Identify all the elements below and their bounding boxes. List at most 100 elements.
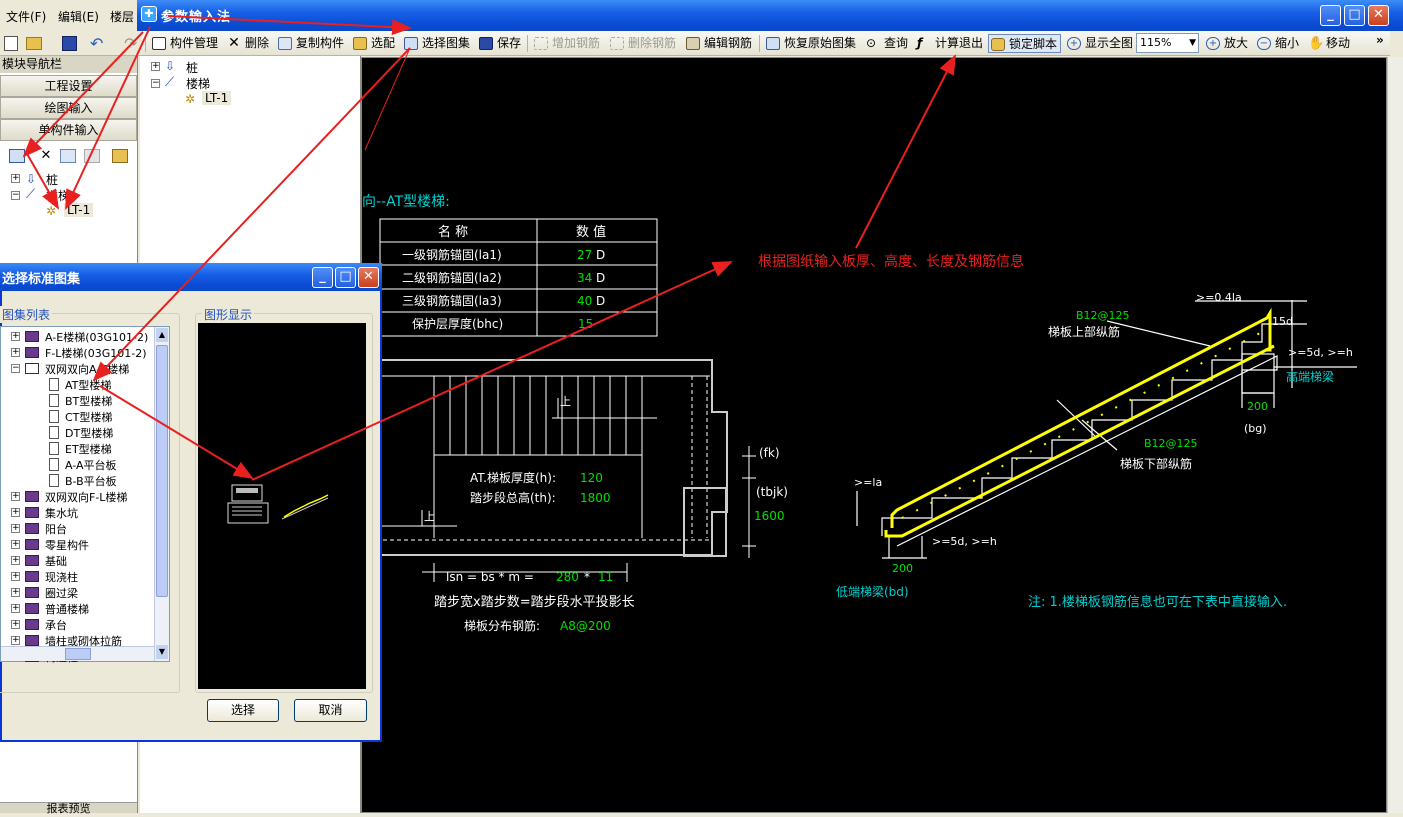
tree-expand-toggle[interactable]: +	[11, 604, 20, 613]
new-icon[interactable]	[4, 36, 18, 51]
tree-collapse-toggle[interactable]: −	[151, 79, 160, 88]
minimize-button[interactable]: _	[1320, 5, 1341, 26]
table-row-value[interactable]: 27	[577, 248, 592, 262]
move-button[interactable]: ✋ 移动	[1306, 34, 1350, 53]
nav-tree-stair[interactable]: 楼梯	[46, 187, 70, 204]
zoom-out-button[interactable]: − 缩小	[1255, 34, 1299, 53]
atlas-list-item[interactable]: B-B平台板	[1, 473, 153, 489]
config-icon[interactable]	[112, 149, 128, 163]
menu-floor[interactable]: 楼层	[110, 8, 134, 25]
hscroll-thumb[interactable]	[65, 648, 91, 660]
save-disk-icon[interactable]	[62, 36, 77, 51]
tree-expand-toggle[interactable]: +	[151, 62, 160, 71]
select-button[interactable]: 选择	[207, 699, 279, 722]
menu-file[interactable]: 文件(F)	[6, 8, 46, 25]
delete-rebar-button[interactable]: 删除钢筋	[608, 34, 676, 53]
atlas-list-item[interactable]: + 普通楼梯	[1, 601, 153, 617]
atlas-list-item[interactable]: DT型楼梯	[1, 425, 153, 441]
select-config-button[interactable]: 选配	[351, 34, 395, 53]
atlas-list-item[interactable]: + 圈过梁	[1, 585, 153, 601]
tree-expand-toggle[interactable]: +	[11, 524, 20, 533]
atlas-list-item[interactable]: + 阳台	[1, 521, 153, 537]
tree-expand-toggle[interactable]: +	[11, 348, 20, 357]
cancel-button[interactable]: 取消	[294, 699, 367, 722]
atlas-tree[interactable]: + A-E楼梯(03G101-2) + F-L楼梯(03G101-2) − 双网双向A-E…	[0, 326, 170, 664]
tree-expand-toggle[interactable]: +	[11, 492, 20, 501]
tree-expand-toggle[interactable]: +	[11, 620, 20, 629]
canvas-vertical-scrollbar[interactable]	[1387, 57, 1403, 813]
tree-expand-toggle[interactable]: +	[11, 540, 20, 549]
high-end-width-value[interactable]: 200	[1247, 400, 1268, 413]
dialog-maximize-button[interactable]: □	[335, 267, 356, 288]
tree-expand-toggle[interactable]: +	[11, 332, 20, 341]
close-button[interactable]: ✕	[1368, 5, 1389, 26]
atlas-list-item[interactable]: + 双网双向F-L楼梯	[1, 489, 153, 505]
tree-expand-toggle[interactable]: +	[11, 508, 20, 517]
tree-pile[interactable]: 桩	[186, 59, 198, 76]
paste-icon[interactable]	[84, 149, 100, 163]
top-rebar-value[interactable]: B12@125	[1076, 309, 1130, 322]
redo-icon[interactable]: ↷	[124, 34, 137, 53]
atlas-list-item[interactable]: − 双网双向A-E楼梯	[1, 361, 153, 377]
atlas-horizontal-scrollbar[interactable]	[1, 646, 154, 661]
atlas-list-item[interactable]: + 基础	[1, 553, 153, 569]
lock-script-button[interactable]: 锁定脚本	[988, 34, 1062, 53]
m-value[interactable]: 11	[598, 570, 613, 584]
nav-tree-pile[interactable]: 桩	[46, 171, 58, 188]
component-manage-button[interactable]: 构件管理	[150, 34, 218, 53]
drawing-canvas[interactable]: 向--AT型楼梯: 名 称 数 值 一级钢筋锚固(la1) 27 D 二级钢筋锚…	[361, 57, 1387, 813]
tree-collapse-toggle[interactable]: −	[11, 364, 20, 373]
dialog-minimize-button[interactable]: _	[312, 267, 333, 288]
nav-drawing-input[interactable]: 绘图输入	[0, 97, 137, 119]
query-button[interactable]: ⊙ 查询	[864, 34, 908, 53]
atlas-list-item[interactable]: + 现浇柱	[1, 569, 153, 585]
copy-icon[interactable]	[60, 149, 76, 163]
table-row-value[interactable]: 15	[578, 317, 593, 331]
component-list-icon[interactable]	[9, 149, 25, 163]
atlas-list-item[interactable]: + A-E楼梯(03G101-2)	[1, 329, 153, 345]
select-atlas-button[interactable]: 选择图集	[402, 34, 470, 53]
bs-value[interactable]: 280	[556, 570, 579, 584]
open-folder-icon[interactable]	[26, 37, 42, 50]
copy-component-button[interactable]: 复制构件	[276, 34, 344, 53]
atlas-list-item[interactable]: AT型楼梯	[1, 377, 153, 393]
thickness-value[interactable]: 120	[580, 471, 603, 485]
scroll-thumb[interactable]	[156, 345, 168, 597]
maximize-button[interactable]: □	[1344, 5, 1365, 26]
menu-edit[interactable]: 编辑(E)	[58, 8, 99, 25]
tbjk-value[interactable]: 1600	[754, 509, 785, 523]
calc-exit-button[interactable]: ƒ 计算退出	[915, 34, 983, 53]
tree-expand-toggle[interactable]: +	[11, 572, 20, 581]
table-row-value[interactable]: 40	[577, 294, 592, 308]
height-value[interactable]: 1800	[580, 491, 611, 505]
tree-stair[interactable]: 楼梯	[186, 75, 210, 92]
atlas-list-item[interactable]: BT型楼梯	[1, 393, 153, 409]
nav-tree-lt1[interactable]: LT-1	[64, 203, 94, 217]
scroll-up-icon[interactable]: ▲	[156, 328, 168, 342]
bottom-rebar-value[interactable]: B12@125	[1144, 437, 1198, 450]
undo-icon[interactable]: ↶	[90, 34, 103, 53]
table-row-value[interactable]: 34	[577, 271, 592, 285]
delete-button[interactable]: ✕ 删除	[225, 34, 269, 53]
atlas-list-item[interactable]: ET型楼梯	[1, 441, 153, 457]
tree-expand-toggle[interactable]: +	[11, 636, 20, 645]
low-end-width-value[interactable]: 200	[892, 562, 913, 575]
show-all-button[interactable]: + 显示全图	[1065, 34, 1133, 53]
distribution-rebar-value[interactable]: A8@200	[560, 619, 611, 633]
nav-report-preview[interactable]: 报表预览	[0, 802, 137, 814]
tree-collapse-toggle[interactable]: −	[11, 191, 20, 200]
add-rebar-button[interactable]: 增加钢筋	[532, 34, 600, 53]
zoom-level-select[interactable]: 115% ▼	[1136, 33, 1199, 53]
toolbar-overflow-icon[interactable]: »	[1376, 33, 1384, 47]
atlas-list-item[interactable]: + F-L楼梯(03G101-2)	[1, 345, 153, 361]
atlas-vertical-scrollbar[interactable]: ▲ ▼	[154, 327, 169, 661]
delete-icon[interactable]: ✕	[38, 149, 54, 163]
zoom-in-button[interactable]: + 放大	[1204, 34, 1248, 53]
save-button[interactable]: 保存	[477, 34, 521, 53]
atlas-list-item[interactable]: + 集水坑	[1, 505, 153, 521]
atlas-list-item[interactable]: + 零星构件	[1, 537, 153, 553]
atlas-list-item[interactable]: A-A平台板	[1, 457, 153, 473]
restore-atlas-button[interactable]: 恢复原始图集	[764, 34, 856, 53]
tree-lt1[interactable]: LT-1	[202, 91, 232, 105]
tree-expand-toggle[interactable]: +	[11, 588, 20, 597]
